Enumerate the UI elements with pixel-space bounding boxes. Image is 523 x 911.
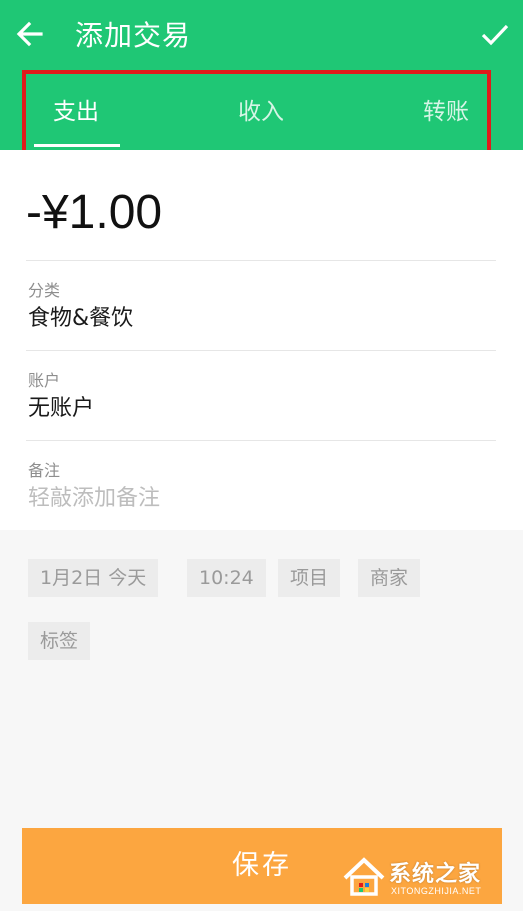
date-chip[interactable]: 1月2日 今天 (28, 559, 159, 597)
project-chip[interactable]: 项目 (278, 559, 341, 597)
divider (26, 440, 496, 441)
divider (26, 350, 496, 351)
back-button[interactable] (10, 14, 50, 54)
merchant-chip[interactable]: 商家 (358, 559, 421, 597)
note-label: 备注 (28, 461, 61, 480)
check-icon (481, 24, 509, 46)
watermark: 系统之家 XITONGZHIJIA.NET (341, 848, 517, 908)
category-value[interactable]: 食物&餐饮 (28, 303, 133, 335)
amount-display[interactable]: -¥1.00 (26, 180, 162, 246)
house-logo-icon (343, 857, 385, 896)
tab-transfer[interactable]: 转账 (423, 90, 469, 134)
arrow-left-icon (16, 21, 43, 47)
account-label: 账户 (28, 371, 61, 390)
page-title: 添加交易 (75, 19, 192, 52)
tag-chip[interactable]: 标签 (28, 622, 91, 660)
tab-expense[interactable]: 支出 (53, 90, 99, 134)
tab-income[interactable]: 收入 (238, 90, 284, 134)
divider (26, 260, 496, 261)
note-input[interactable]: 轻敲添加备注 (28, 483, 160, 515)
time-chip[interactable]: 10:24 (187, 559, 266, 597)
watermark-text: 系统之家 (389, 862, 482, 887)
confirm-button[interactable] (475, 14, 515, 54)
account-value[interactable]: 无账户 (28, 393, 94, 425)
active-tab-indicator (34, 144, 120, 147)
watermark-subtext: XITONGZHIJIA.NET (391, 886, 482, 896)
category-label: 分类 (28, 281, 61, 300)
